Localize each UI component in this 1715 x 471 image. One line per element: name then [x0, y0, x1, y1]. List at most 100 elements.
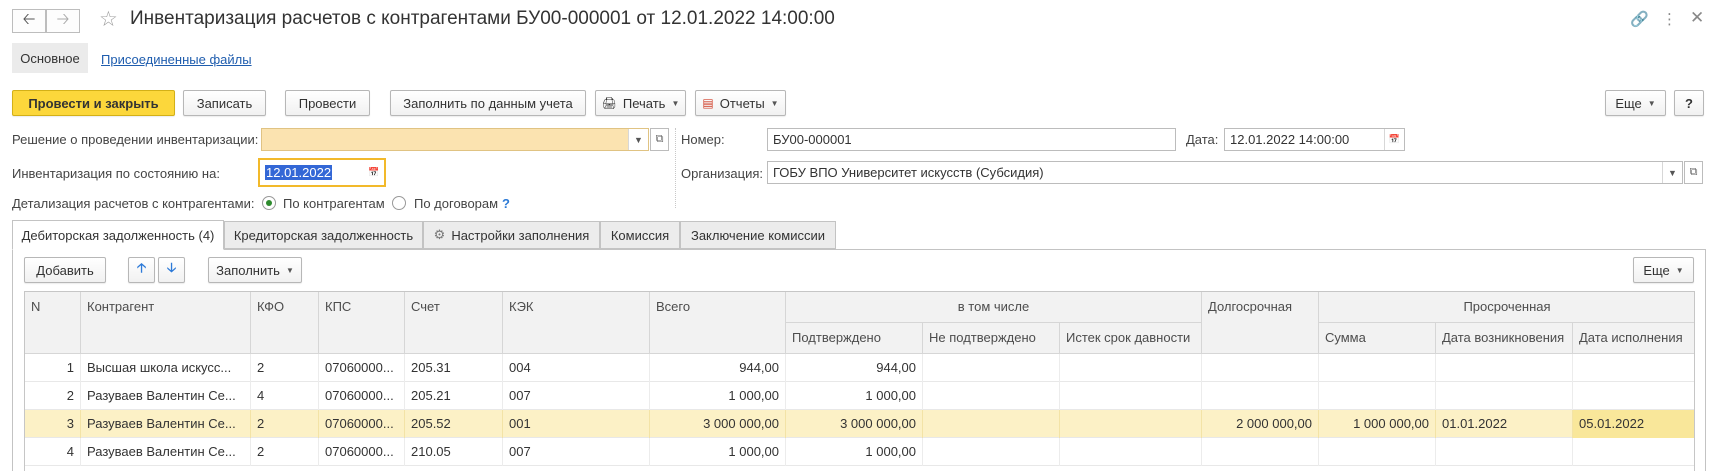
dropdown-arrow-icon[interactable]: ▼ [1662, 162, 1682, 183]
tab-commission[interactable]: Комиссия [600, 221, 680, 249]
cell-kek: 004 [503, 354, 650, 382]
dropdown-arrow-icon[interactable]: ▼ [628, 129, 648, 150]
col-header-kfo[interactable]: КФО [251, 292, 319, 354]
arrow-right-icon: 🡢 [56, 10, 70, 28]
col-header-confirmed[interactable]: Подтверждено [786, 323, 923, 354]
col-header-not-confirmed[interactable]: Не подтверждено [923, 323, 1060, 354]
help-button[interactable]: ? [1674, 90, 1704, 116]
cell-kps: 07060000... [319, 410, 405, 438]
decision-label: Решение о проведении инвентаризации: [12, 132, 259, 147]
state-date-field[interactable]: 12.01.2022 📅 [258, 158, 386, 187]
forward-button[interactable]: 🡢 [46, 9, 80, 33]
tab-payables[interactable]: Кредиторская задолженность [224, 221, 423, 249]
fill-by-accounting-button[interactable]: Заполнить по данным учета [390, 90, 586, 116]
number-field[interactable]: БУ00-000001 [767, 128, 1176, 151]
table-row[interactable]: 4 Разуваев Валентин Се... 2 07060000... … [25, 438, 1694, 466]
cell-expired [1060, 354, 1202, 382]
tab-receivables[interactable]: Дебиторская задолженность (4) [12, 220, 224, 250]
tab-fill-settings[interactable]: ⚙ Настройки заполнения [423, 221, 600, 249]
more-vertical-icon[interactable]: ⋮ [1662, 10, 1677, 28]
col-header-kek[interactable]: КЭК [503, 292, 650, 354]
decision-field[interactable]: ▼ [261, 128, 649, 151]
cell-sum: 1 000 000,00 [1319, 410, 1436, 438]
cell-contractor: Разуваев Валентин Се... [81, 438, 251, 466]
col-header-total[interactable]: Всего [650, 292, 786, 354]
state-date-label: Инвентаризация по состоянию на: [12, 166, 220, 181]
cell-date-origin: 01.01.2022 [1436, 410, 1573, 438]
tab-main[interactable]: Основное [12, 43, 88, 73]
move-down-button[interactable]: 🡣 [158, 257, 185, 283]
cell-not-confirmed [923, 410, 1060, 438]
move-up-button[interactable]: 🡡 [128, 257, 155, 283]
cell-contractor: Разуваев Валентин Се... [81, 410, 251, 438]
cell-kps: 07060000... [319, 438, 405, 466]
post-button[interactable]: Провести [285, 90, 370, 116]
col-header-n[interactable]: N [25, 292, 81, 354]
cell-date-exec-active[interactable]: 05.01.2022 [1573, 410, 1694, 438]
table-row[interactable]: 2 Разуваев Валентин Се... 4 07060000... … [25, 382, 1694, 410]
radio-by-contractors[interactable] [262, 196, 276, 210]
calendar-icon[interactable]: 📅 [1384, 129, 1404, 150]
cell-longterm [1202, 354, 1319, 382]
col-header-expired[interactable]: Истек срок давности [1060, 323, 1202, 354]
cell-total: 1 000,00 [650, 382, 786, 410]
tab-commission-conclusion[interactable]: Заключение комиссии [680, 221, 836, 249]
save-button[interactable]: Записать [183, 90, 266, 116]
close-icon[interactable]: ✕ [1690, 8, 1704, 28]
table-row-selected[interactable]: 3 Разуваев Валентин Се... 2 07060000... … [25, 410, 1694, 438]
report-chart-icon: ▤ [702, 96, 714, 110]
more-label: Еще [1615, 95, 1642, 111]
link-icon[interactable]: 🔗 [1630, 10, 1649, 28]
cell-total: 3 000 000,00 [650, 410, 786, 438]
tab-fill-settings-label: Настройки заполнения [451, 227, 590, 243]
cell-expired [1060, 410, 1202, 438]
cell-longterm: 2 000 000,00 [1202, 410, 1319, 438]
cell-account: 205.31 [405, 354, 503, 382]
col-header-contractor[interactable]: Контрагент [81, 292, 251, 354]
cell-date-origin [1436, 354, 1573, 382]
print-button[interactable]: 🖨 Печать ▼ [595, 90, 686, 116]
col-header-longterm[interactable]: Долгосрочная [1202, 292, 1319, 354]
radio-by-contracts[interactable] [392, 196, 406, 210]
cell-not-confirmed [923, 354, 1060, 382]
organization-field[interactable]: ГОБУ ВПО Университет искусств (Субсидия)… [767, 161, 1683, 184]
calendar-icon[interactable]: 📅 [364, 160, 384, 185]
print-label: Печать [622, 95, 666, 111]
col-header-date-exec[interactable]: Дата исполнения [1573, 323, 1694, 354]
cell-date-exec [1573, 438, 1694, 466]
date-field[interactable]: 12.01.2022 14:00:00 📅 [1224, 128, 1405, 151]
open-icon[interactable]: ⧉ [1684, 161, 1703, 184]
cell-date-origin [1436, 438, 1573, 466]
back-button[interactable]: 🡠 [12, 9, 46, 33]
reports-button[interactable]: ▤ Отчеты ▼ [695, 90, 786, 116]
arrow-left-icon: 🡠 [22, 10, 36, 28]
cell-contractor: Разуваев Валентин Се... [81, 382, 251, 410]
number-value: БУ00-000001 [773, 132, 852, 147]
more-button[interactable]: Еще ▼ [1605, 90, 1666, 116]
fill-table-button[interactable]: Заполнить ▼ [208, 257, 302, 283]
organization-value: ГОБУ ВПО Университет искусств (Субсидия) [773, 165, 1044, 180]
date-value: 12.01.2022 14:00:00 [1230, 132, 1350, 147]
col-header-date-origin[interactable]: Дата возникновения [1436, 323, 1573, 354]
open-icon[interactable]: ⧉ [650, 128, 669, 151]
radio-by-contracts-label[interactable]: По договорам [414, 196, 498, 211]
favorite-star-icon[interactable]: ☆ [99, 7, 118, 32]
post-and-close-button[interactable]: Провести и закрыть [12, 90, 175, 116]
number-label: Номер: [681, 132, 725, 147]
chevron-down-icon: ▼ [770, 98, 779, 108]
tab-attached-files[interactable]: Присоединенные файлы [101, 52, 252, 67]
cell-kek: 007 [503, 382, 650, 410]
table-more-label: Еще [1643, 262, 1670, 278]
table-row[interactable]: 1 Высшая школа искусс... 2 07060000... 2… [25, 354, 1694, 382]
radio-by-contractors-label[interactable]: По контрагентам [283, 196, 385, 211]
settings-gear-icon: ⚙ [433, 227, 446, 242]
cell-not-confirmed [923, 382, 1060, 410]
col-header-account[interactable]: Счет [405, 292, 503, 354]
add-row-button[interactable]: Добавить [24, 257, 106, 283]
reports-label: Отчеты [719, 95, 765, 111]
col-header-kps[interactable]: КПС [319, 292, 405, 354]
detail-help-icon[interactable]: ? [502, 196, 510, 211]
table-more-button[interactable]: Еще ▼ [1633, 257, 1694, 283]
cell-date-origin [1436, 382, 1573, 410]
col-header-sum[interactable]: Сумма [1319, 323, 1436, 354]
